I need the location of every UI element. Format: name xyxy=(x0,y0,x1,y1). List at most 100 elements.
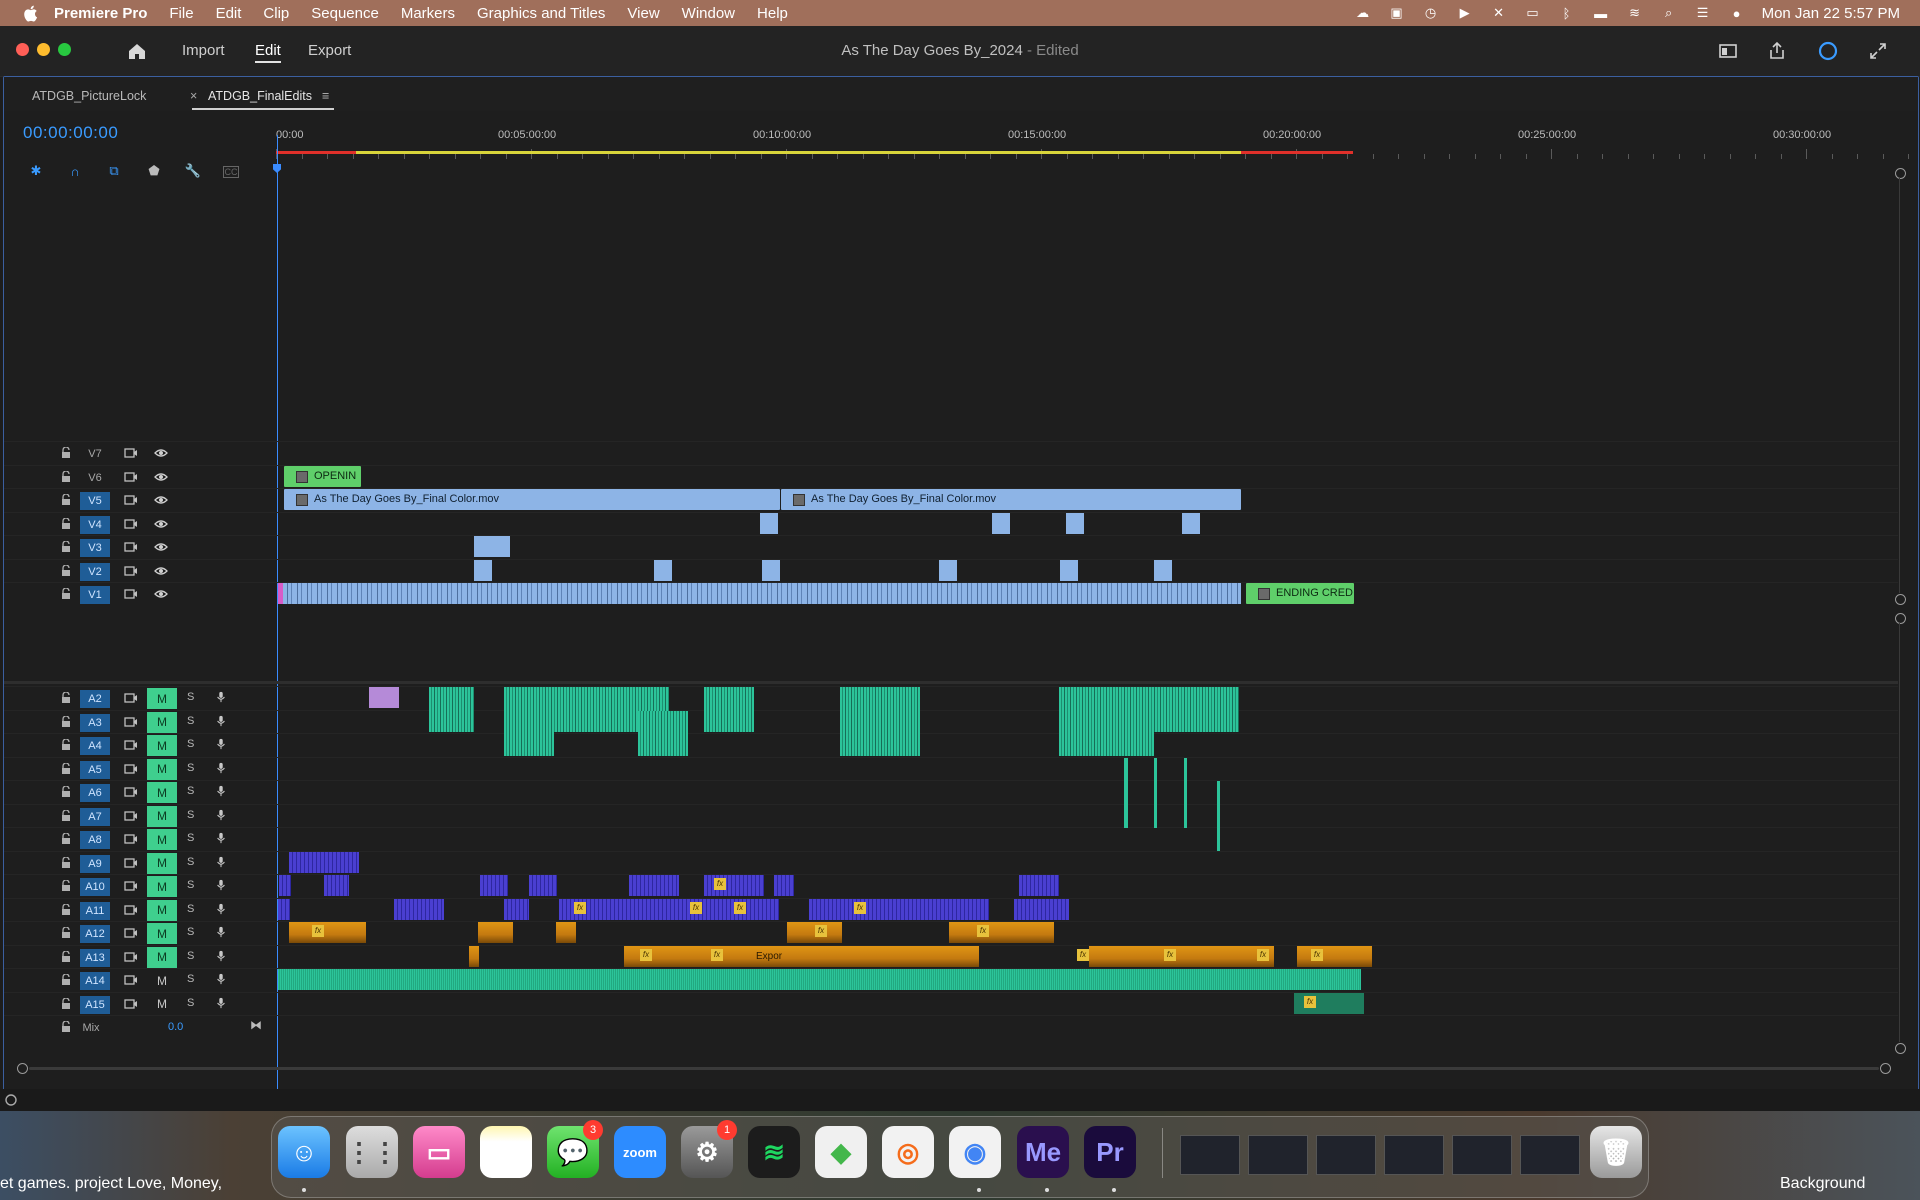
clip-ending-credits[interactable]: ENDING CREDI xyxy=(1246,583,1354,604)
solo-button[interactable]: S xyxy=(187,715,194,727)
track-target-a15[interactable]: A15 xyxy=(80,995,110,1014)
sync-lock-icon[interactable] xyxy=(124,904,138,916)
clip-broll[interactable] xyxy=(1066,512,1084,534)
search-icon[interactable]: ⌕ xyxy=(1660,5,1678,21)
minimized-window-thumbnail[interactable] xyxy=(1180,1135,1240,1175)
progress-icon[interactable] xyxy=(1817,40,1839,62)
clip-final-color-1[interactable]: As The Day Goes By_Final Color.mov xyxy=(284,489,780,510)
clip-opening-title[interactable]: OPENIN xyxy=(284,465,361,487)
microphone-icon[interactable] xyxy=(214,715,228,727)
sync-lock-icon[interactable] xyxy=(124,541,138,553)
sync-lock-icon[interactable] xyxy=(124,692,138,704)
lock-icon[interactable] xyxy=(61,997,71,1009)
track-target-a4[interactable]: A4 xyxy=(80,737,110,755)
scroll-handle[interactable] xyxy=(1895,1043,1906,1054)
audio-clip-purple[interactable] xyxy=(704,875,764,896)
audio-clip-orange[interactable] xyxy=(478,922,513,943)
sync-lock-icon[interactable] xyxy=(124,518,138,530)
notification-icon[interactable]: ▣ xyxy=(1388,5,1406,21)
track-target-a8[interactable]: A8 xyxy=(80,831,110,849)
audio-waveform-tail[interactable] xyxy=(1184,757,1187,828)
audio-clip-purple[interactable] xyxy=(774,875,794,896)
lock-icon[interactable] xyxy=(61,856,71,868)
audio-clip-purple[interactable] xyxy=(1014,898,1069,920)
clip-broll[interactable] xyxy=(1182,512,1200,534)
scroll-handle[interactable] xyxy=(1895,613,1906,624)
creative-cloud-icon[interactable]: ☁ xyxy=(1354,5,1372,21)
track-target-v6[interactable]: V6 xyxy=(80,469,110,487)
track-target-a6[interactable]: A6 xyxy=(80,784,110,802)
mute-button[interactable]: M xyxy=(147,782,177,803)
spotify-icon[interactable]: ≋ xyxy=(748,1126,800,1178)
minimized-window-thumbnail[interactable] xyxy=(1384,1135,1444,1175)
clip-broll[interactable] xyxy=(1154,559,1172,581)
control-center-icon[interactable]: ☰ xyxy=(1694,5,1712,21)
microphone-icon[interactable] xyxy=(214,856,228,868)
premiere-icon[interactable]: Pr xyxy=(1084,1126,1136,1178)
tab-menu-icon[interactable]: ≡ xyxy=(322,89,329,103)
zoom-handle-left[interactable] xyxy=(17,1063,28,1074)
track-target-a2[interactable]: A2 xyxy=(80,690,110,708)
cleanmymac-icon[interactable]: ▭ xyxy=(413,1126,465,1178)
minimized-window-thumbnail[interactable] xyxy=(1248,1135,1308,1175)
audio-waveform-green[interactable] xyxy=(704,687,754,732)
clip-broll[interactable] xyxy=(992,512,1010,534)
solo-button[interactable]: S xyxy=(187,809,194,821)
lock-icon[interactable] xyxy=(61,447,71,458)
lock-icon[interactable] xyxy=(61,564,71,576)
track-target-v4[interactable]: V4 xyxy=(80,515,110,534)
audio-clip-orange[interactable] xyxy=(949,922,1054,943)
audio-clip-purple-light[interactable] xyxy=(369,687,399,708)
lock-icon[interactable] xyxy=(61,692,71,703)
audio-clip-orange[interactable] xyxy=(1089,945,1274,967)
audio-waveform-green[interactable] xyxy=(638,710,688,756)
zoom-icon[interactable]: zoom xyxy=(614,1126,666,1178)
mute-button[interactable]: M xyxy=(147,758,177,780)
linked-selection-icon[interactable]: ⧉ xyxy=(106,163,122,179)
mute-button[interactable]: M xyxy=(147,946,177,968)
audio-clip-purple[interactable] xyxy=(480,875,508,896)
solo-button[interactable]: S xyxy=(187,997,194,1009)
lock-icon[interactable] xyxy=(61,880,71,891)
track-target-v1[interactable]: V1 xyxy=(80,586,110,604)
solo-button[interactable]: S xyxy=(187,879,194,891)
clip-broll[interactable] xyxy=(474,536,492,557)
lock-icon[interactable] xyxy=(61,494,71,505)
lock-icon[interactable] xyxy=(61,739,71,750)
fullscreen-icon[interactable] xyxy=(1867,40,1889,62)
menu-sequence[interactable]: Sequence xyxy=(311,5,379,22)
lock-icon[interactable] xyxy=(61,517,71,529)
lock-icon[interactable] xyxy=(61,762,71,774)
track-target-a14[interactable]: A14 xyxy=(80,972,110,990)
track-target-a11[interactable]: A11 xyxy=(80,901,110,920)
track-target-v2[interactable]: V2 xyxy=(80,562,110,581)
mute-button[interactable]: M xyxy=(147,970,177,991)
audio-waveform-tail[interactable] xyxy=(1124,757,1128,828)
sync-lock-icon[interactable] xyxy=(124,716,138,728)
eye-icon[interactable] xyxy=(154,447,168,459)
sync-lock-icon[interactable] xyxy=(124,763,138,775)
origin-icon[interactable]: ◎ xyxy=(882,1126,934,1178)
menu-help[interactable]: Help xyxy=(757,5,788,22)
battery-icon[interactable]: ▬ xyxy=(1592,5,1610,21)
horizontal-scrollbar[interactable] xyxy=(29,1067,1879,1070)
minimized-window-thumbnail[interactable] xyxy=(1520,1135,1580,1175)
mute-button[interactable]: M xyxy=(147,899,177,921)
microphone-icon[interactable] xyxy=(214,903,228,915)
mute-button[interactable]: M xyxy=(147,994,177,1015)
sync-lock-icon[interactable] xyxy=(124,880,138,892)
eye-icon[interactable] xyxy=(154,518,168,530)
clip-v1-edits[interactable] xyxy=(278,583,1241,604)
menu-app-name[interactable]: Premiere Pro xyxy=(54,5,147,22)
eye-icon[interactable] xyxy=(154,471,168,483)
audio-clip-purple[interactable] xyxy=(529,875,557,896)
clip-broll[interactable] xyxy=(1060,559,1078,581)
track-target-a7[interactable]: A7 xyxy=(80,807,110,826)
microphone-icon[interactable] xyxy=(214,997,228,1009)
microphone-icon[interactable] xyxy=(214,973,228,985)
lock-icon[interactable] xyxy=(61,809,71,821)
launchpad-icon[interactable]: ⋮⋮ xyxy=(346,1126,398,1178)
audio-clip-purple[interactable] xyxy=(279,875,291,896)
microphone-icon[interactable] xyxy=(214,691,228,703)
menu-edit[interactable]: Edit xyxy=(216,5,242,22)
